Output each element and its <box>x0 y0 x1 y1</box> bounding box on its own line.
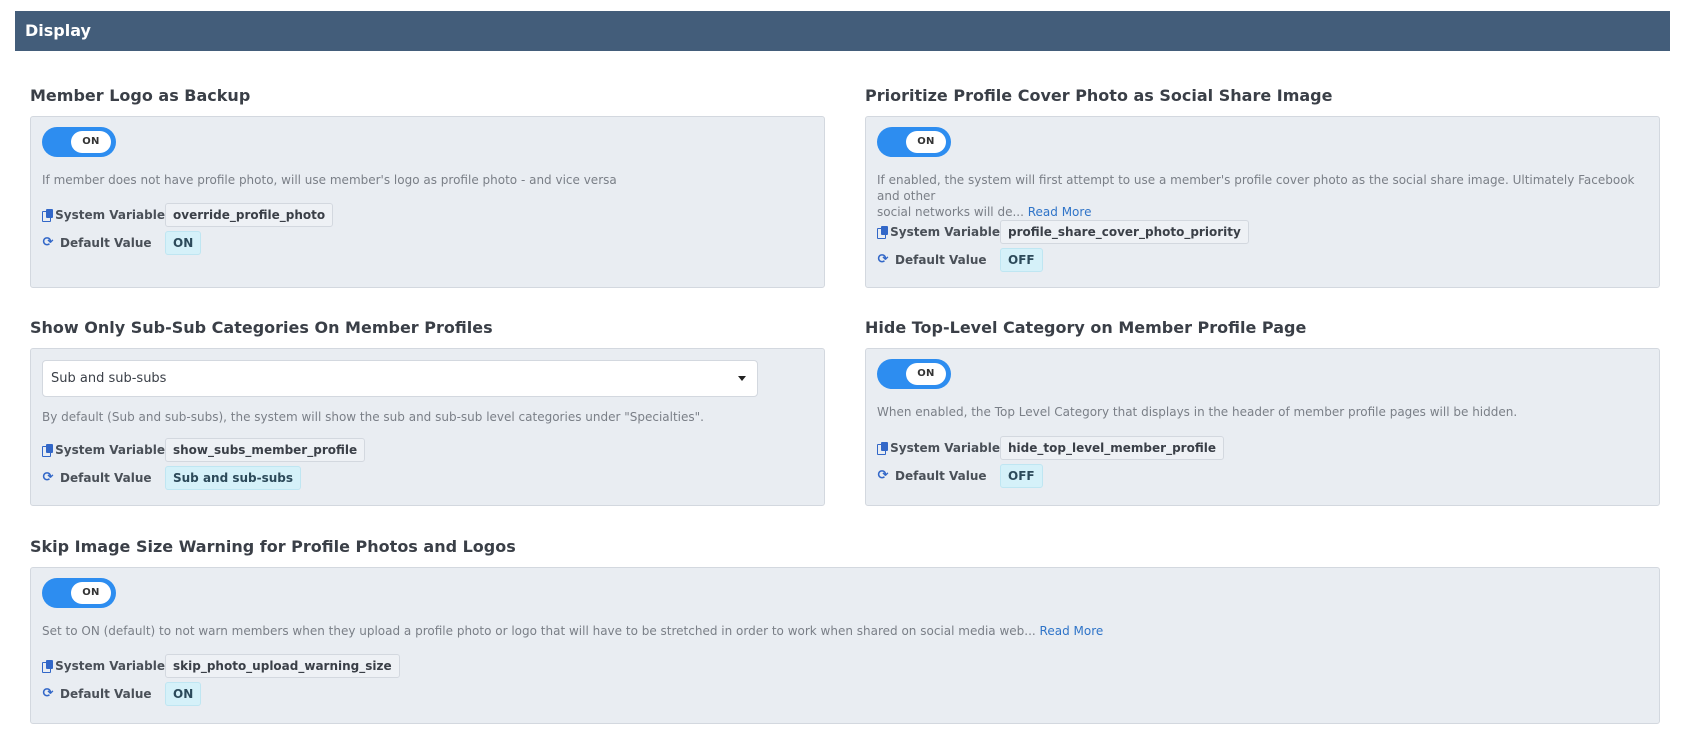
system-variable-label: System Variable <box>55 443 165 457</box>
system-variable-row: System Variable profile_share_cover_phot… <box>877 219 1249 245</box>
system-variable-row: System Variable hide_top_level_member_pr… <box>877 435 1224 461</box>
hide-top-toggle[interactable]: ON <box>877 359 951 389</box>
system-variable-row: System Variable override_profile_photo <box>42 202 334 228</box>
setting-member-logo: Member Logo as Backup ON If member does … <box>30 85 825 290</box>
default-value-badge: ON <box>165 231 202 255</box>
default-value-badge: OFF <box>1000 248 1043 272</box>
setting-description: Set to ON (default) to not warn members … <box>42 624 1104 638</box>
setting-title: Hide Top-Level Category on Member Profil… <box>865 318 1307 337</box>
system-variable-value[interactable]: profile_share_cover_photo_priority <box>1000 220 1249 244</box>
system-variable-label: System Variable <box>55 659 165 673</box>
copy-icon[interactable] <box>42 444 54 457</box>
member-logo-toggle[interactable]: ON <box>42 127 116 157</box>
default-value-row: ⟳ Default Value OFF <box>877 247 1043 273</box>
toggle-knob: ON <box>906 363 946 385</box>
system-variable-row: System Variable show_subs_member_profile <box>42 437 366 463</box>
refresh-icon[interactable]: ⟳ <box>42 471 54 484</box>
setting-description: If member does not have profile photo, w… <box>42 173 617 187</box>
copy-icon[interactable] <box>877 226 889 239</box>
default-value-badge: Sub and sub-subs <box>165 466 302 490</box>
default-value-label: Default Value <box>60 687 152 701</box>
toggle-knob: ON <box>71 131 111 153</box>
sub-sub-select[interactable]: Sub and sub-subs <box>42 360 758 397</box>
setting-card: ON When enabled, the Top Level Category … <box>865 348 1660 506</box>
toggle-knob: ON <box>71 582 111 604</box>
skip-warning-toggle[interactable]: ON <box>42 578 116 608</box>
select-value: Sub and sub-subs <box>51 371 167 386</box>
setting-sub-sub: Show Only Sub-Sub Categories On Member P… <box>30 317 825 507</box>
section-header: Display <box>15 11 1670 51</box>
default-value-label: Default Value <box>895 469 987 483</box>
system-variable-label: System Variable <box>890 225 1000 239</box>
system-variable-value[interactable]: show_subs_member_profile <box>165 438 366 462</box>
setting-title: Show Only Sub-Sub Categories On Member P… <box>30 318 493 337</box>
caret-down-icon <box>738 376 746 381</box>
system-variable-value[interactable]: skip_photo_upload_warning_size <box>165 654 400 678</box>
default-value-label: Default Value <box>60 236 152 250</box>
cover-photo-toggle[interactable]: ON <box>877 127 951 157</box>
refresh-icon[interactable]: ⟳ <box>42 236 54 249</box>
refresh-icon[interactable]: ⟳ <box>42 687 54 700</box>
system-variable-row: System Variable skip_photo_upload_warnin… <box>42 653 400 679</box>
read-more-link[interactable]: Read More <box>1040 624 1104 638</box>
default-value-row: ⟳ Default Value ON <box>42 230 202 256</box>
default-value-badge: OFF <box>1000 464 1043 488</box>
setting-card: ON Set to ON (default) to not warn membe… <box>30 567 1660 724</box>
setting-title: Skip Image Size Warning for Profile Phot… <box>30 537 516 556</box>
setting-title: Member Logo as Backup <box>30 86 251 105</box>
default-value-row: ⟳ Default Value OFF <box>877 463 1043 489</box>
system-variable-value[interactable]: override_profile_photo <box>165 203 334 227</box>
system-variable-label: System Variable <box>890 441 1000 455</box>
setting-hide-top: Hide Top-Level Category on Member Profil… <box>865 317 1660 507</box>
refresh-icon[interactable]: ⟳ <box>877 469 889 482</box>
default-value-badge: ON <box>165 682 202 706</box>
section-header-title: Display <box>25 21 91 40</box>
default-value-row: ⟳ Default Value Sub and sub-subs <box>42 465 302 491</box>
setting-card: ON If member does not have profile photo… <box>30 116 825 288</box>
setting-skip-warning: Skip Image Size Warning for Profile Phot… <box>30 536 1660 726</box>
default-value-row: ⟳ Default Value ON <box>42 681 202 707</box>
setting-description: If enabled, the system will first attemp… <box>877 173 1635 219</box>
default-value-label: Default Value <box>895 253 987 267</box>
setting-description: When enabled, the Top Level Category tha… <box>877 405 1518 419</box>
default-value-label: Default Value <box>60 471 152 485</box>
read-more-link[interactable]: Read More <box>1028 205 1092 219</box>
copy-icon[interactable] <box>42 209 54 222</box>
setting-card: Sub and sub-subs By default (Sub and sub… <box>30 348 825 506</box>
setting-title: Prioritize Profile Cover Photo as Social… <box>865 86 1333 105</box>
copy-icon[interactable] <box>42 660 54 673</box>
system-variable-label: System Variable <box>55 208 165 222</box>
setting-card: ON If enabled, the system will first att… <box>865 116 1660 288</box>
copy-icon[interactable] <box>877 442 889 455</box>
setting-description: By default (Sub and sub-subs), the syste… <box>42 410 704 424</box>
toggle-knob: ON <box>906 131 946 153</box>
refresh-icon[interactable]: ⟳ <box>877 253 889 266</box>
setting-cover-photo: Prioritize Profile Cover Photo as Social… <box>865 85 1660 290</box>
system-variable-value[interactable]: hide_top_level_member_profile <box>1000 436 1224 460</box>
